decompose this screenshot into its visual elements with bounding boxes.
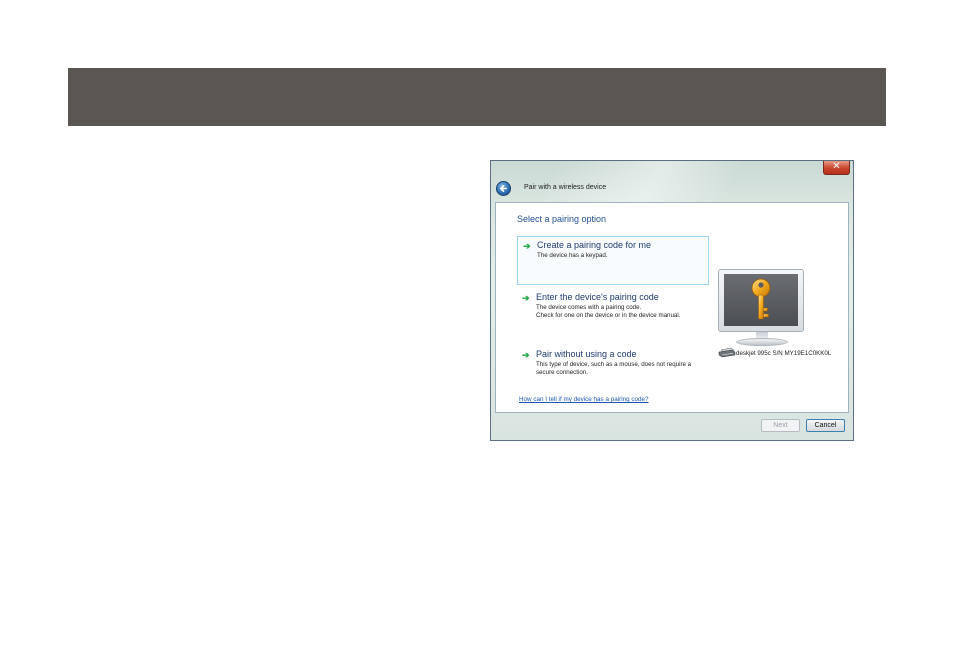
- green-arrow-icon: ➔: [522, 350, 530, 360]
- option-desc-line: The device comes with a pairing code.: [536, 304, 642, 311]
- close-button[interactable]: ✕: [823, 161, 850, 175]
- option-desc-line: This type of device, such as a mouse, do…: [536, 361, 692, 368]
- dialog-content: Select a pairing option ➔ Create a pairi…: [495, 202, 849, 413]
- help-link[interactable]: How can I tell if my device has a pairin…: [519, 396, 649, 403]
- cancel-button[interactable]: Cancel: [806, 419, 845, 432]
- option-desc-line: secure connection.: [536, 369, 588, 376]
- dialog-title: Pair with a wireless device: [524, 184, 607, 191]
- option-description: The device comes with a pairing code. Ch…: [536, 304, 680, 320]
- option-title: Enter the device's pairing code: [536, 292, 659, 302]
- option-enter-code[interactable]: ➔ Enter the device's pairing code The de…: [517, 289, 709, 329]
- key-icon: [751, 278, 771, 320]
- next-button[interactable]: Next: [761, 419, 800, 432]
- pairing-dialog: ✕ Pair with a wireless device Select a p…: [490, 160, 854, 441]
- printer-icon: [718, 347, 736, 358]
- green-arrow-icon: ➔: [522, 293, 530, 303]
- monitor-frame: [718, 269, 804, 332]
- close-icon: ✕: [832, 161, 841, 172]
- back-arrow-icon: [499, 184, 508, 193]
- option-desc-line: Check for one on the device or in the de…: [536, 312, 681, 319]
- option-description: The device has a keypad.: [537, 252, 608, 260]
- monitor-screen: [724, 274, 798, 326]
- option-description: This type of device, such as a mouse, do…: [536, 361, 691, 377]
- monitor-base: [736, 338, 788, 346]
- option-title: Pair without using a code: [536, 349, 637, 359]
- option-no-code[interactable]: ➔ Pair without using a code This type of…: [517, 346, 709, 386]
- back-button[interactable]: [496, 181, 511, 196]
- header-bar: [68, 68, 886, 126]
- option-title: Create a pairing code for me: [537, 240, 652, 250]
- page-heading: Select a pairing option: [517, 214, 607, 224]
- option-create-code[interactable]: ➔ Create a pairing code for me The devic…: [517, 236, 709, 285]
- option-desc-line: The device has a keypad.: [537, 252, 608, 259]
- green-arrow-icon: ➔: [523, 241, 531, 251]
- device-label: deskjet 995c S/N MY19E1C0KK0L: [736, 350, 832, 357]
- monitor-key-icon: [718, 269, 804, 349]
